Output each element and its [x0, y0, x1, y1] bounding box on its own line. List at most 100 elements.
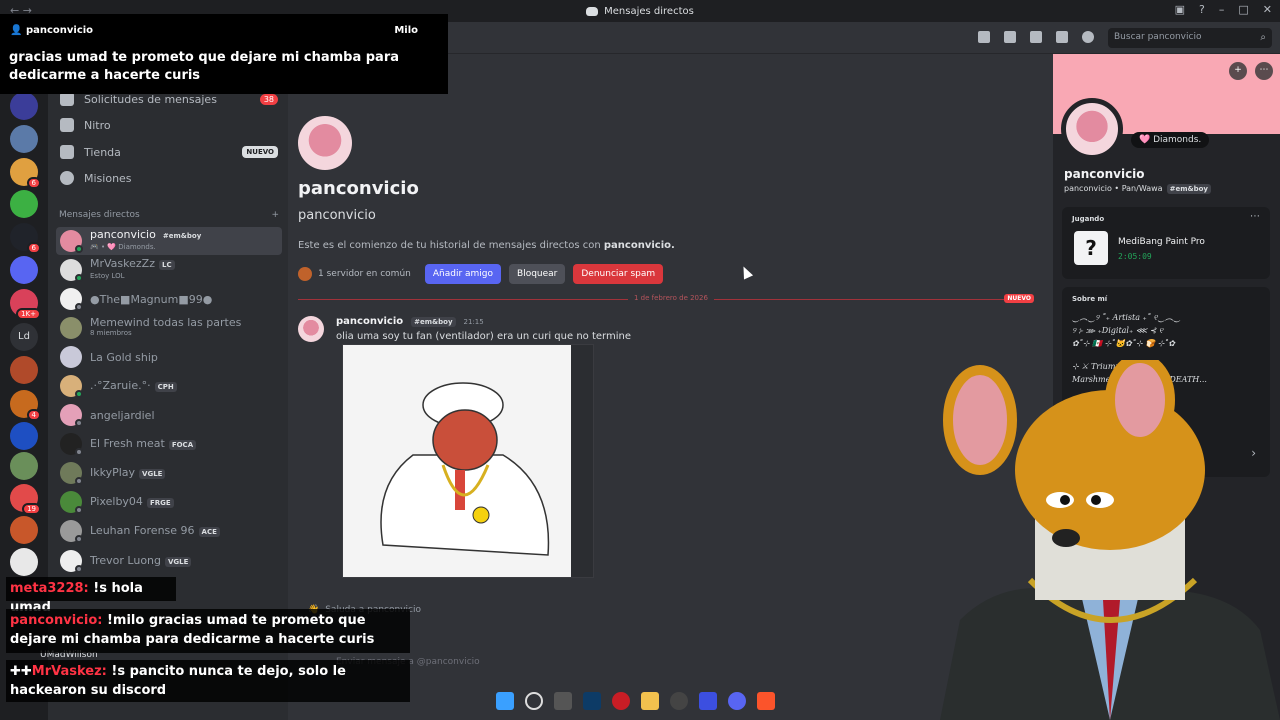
discord-logo-icon	[586, 6, 599, 16]
image-attachment[interactable]	[342, 344, 594, 578]
avatar[interactable]	[298, 316, 324, 342]
profile-username: panconvicio	[298, 208, 376, 223]
server-icon[interactable]: 4	[10, 390, 41, 421]
avatar	[60, 346, 82, 368]
server-icon[interactable]	[10, 452, 38, 480]
folder-icon[interactable]	[641, 692, 659, 710]
dm-item[interactable]: panconvicio #em&boy 🎮 • 🩷 Diamonds.	[56, 227, 282, 255]
message-timestamp: 21:15	[463, 317, 484, 326]
search-icon: ⌕	[1260, 32, 1266, 43]
dm-item[interactable]: MrVaskezZz LC Estoy LOL	[56, 256, 282, 284]
avatar	[60, 550, 83, 573]
more-options-icon[interactable]: ⋯	[1255, 62, 1273, 80]
server-icon[interactable]	[10, 92, 38, 120]
brave-icon[interactable]	[757, 692, 775, 710]
avatar	[60, 317, 82, 339]
server-icon[interactable]: 6	[10, 223, 41, 254]
server-icon[interactable]: Ld	[10, 323, 38, 351]
app-icon[interactable]	[699, 692, 717, 710]
window-title: Mensajes directos	[604, 5, 694, 17]
server-icon[interactable]	[10, 125, 38, 153]
taskbar	[496, 692, 775, 710]
video-call-icon[interactable]	[1004, 31, 1016, 43]
server-icon[interactable]: 1K+	[10, 289, 41, 320]
server-icon[interactable]	[10, 516, 38, 544]
server-icon[interactable]: 19	[10, 484, 41, 515]
server-icon[interactable]: 6	[10, 158, 41, 189]
avatar	[60, 375, 83, 398]
search-input[interactable]: Buscar panconvicio ⌕	[1108, 28, 1272, 48]
dm-item[interactable]: La Gold ship	[56, 343, 282, 371]
minimize-button[interactable]: –	[1219, 3, 1225, 16]
date-divider: 1 de febrero de 2026 NUEVO	[298, 294, 1034, 303]
server-icon[interactable]	[10, 256, 38, 284]
create-dm-icon[interactable]: +	[271, 210, 279, 220]
user-profile-icon[interactable]	[1082, 31, 1094, 43]
app-icon[interactable]	[670, 692, 688, 710]
help-icon[interactable]: ?	[1199, 3, 1205, 16]
dm-item[interactable]: angeljardiel	[56, 401, 282, 429]
message-header: panconvicio #em&boy 21:15	[336, 316, 484, 327]
new-badge: NUEVO	[242, 146, 278, 158]
block-button[interactable]: Bloquear	[509, 264, 566, 284]
message-author[interactable]: panconvicio	[336, 316, 403, 327]
avatar	[60, 462, 83, 485]
add-friend-button[interactable]: Añadir amigo	[424, 264, 502, 284]
add-friends-icon[interactable]	[1056, 31, 1068, 43]
server-icon[interactable]	[10, 422, 38, 450]
server-icon[interactable]	[10, 548, 38, 576]
dm-item[interactable]: .·°Zaruie.°· CPH	[56, 372, 282, 400]
maximize-button[interactable]: □	[1238, 3, 1248, 16]
report-spam-button[interactable]: Denunciar spam	[573, 264, 664, 284]
dm-item[interactable]: Leuhan Forense 96 ACE	[56, 517, 282, 545]
avatar	[298, 116, 352, 170]
dm-header: Mensajes directos +	[59, 210, 279, 220]
discord-icon[interactable]	[728, 692, 746, 710]
voice-call-icon[interactable]	[978, 31, 990, 43]
dm-item[interactable]: ●The■Magnum■99●	[56, 285, 282, 313]
photoshop-icon[interactable]	[583, 692, 601, 710]
streamer-webcam	[940, 360, 1280, 720]
server-icon[interactable]	[10, 356, 38, 384]
inbox-icon[interactable]: ▣	[1175, 3, 1185, 16]
more-icon[interactable]: ⋯	[1250, 211, 1260, 222]
avatar	[60, 491, 83, 514]
chat-overlay-top: 👤 panconvicio Milo gracias umad te prome…	[0, 14, 448, 94]
dm-item[interactable]: IkkyPlay VGLE	[56, 459, 282, 487]
server-icon	[298, 267, 312, 281]
record-icon[interactable]	[612, 692, 630, 710]
shop-icon	[60, 145, 74, 159]
badge-icons: ✚✚	[10, 664, 32, 679]
profile-name: panconvicio	[1064, 167, 1145, 181]
game-icon: ?	[1074, 231, 1108, 265]
search-icon[interactable]	[525, 692, 543, 710]
dm-item[interactable]: El Fresh meat FOCA	[56, 430, 282, 458]
profile-subtitle: panconvicio • Pan/Wawa #em&boy	[1064, 184, 1211, 194]
windows-start-icon[interactable]	[496, 692, 514, 710]
dm-item[interactable]: Pixelby04 FRGE	[56, 488, 282, 516]
nitro-icon	[60, 118, 74, 132]
avatar	[60, 230, 83, 253]
overlay-username: 👤 panconvicio	[10, 25, 94, 36]
pin-icon[interactable]	[1030, 31, 1042, 43]
avatar	[60, 404, 83, 427]
new-badge: NUEVO	[1004, 294, 1034, 303]
message-text: olia uma soy tu fan (ventilador) era un …	[336, 331, 631, 342]
app-icon[interactable]	[554, 692, 572, 710]
nitro-item[interactable]: Nitro	[58, 112, 278, 138]
chat-overlay-line: meta3228: !s hola umad	[6, 577, 176, 615]
shop-item[interactable]: Tienda NUEVO	[58, 139, 278, 165]
scrollbar[interactable]	[571, 345, 593, 577]
dm-item[interactable]: Trevor Luong VGLE	[56, 547, 282, 575]
quests-item[interactable]: Misiones	[58, 165, 278, 191]
close-button[interactable]: ✕	[1263, 3, 1272, 16]
avatar	[60, 433, 83, 456]
profile-display-name: panconvicio	[298, 178, 419, 199]
chat-overlay-line: panconvicio: !milo gracias umad te prome…	[6, 609, 410, 653]
mutual-servers[interactable]: 1 servidor en común	[298, 267, 411, 281]
add-friend-icon[interactable]: +	[1229, 62, 1247, 80]
avatar	[60, 520, 83, 543]
game-timer: 2:05:09	[1118, 252, 1152, 261]
server-icon[interactable]	[10, 190, 38, 218]
dm-item[interactable]: Memewind todas las partes 8 miembros	[56, 314, 282, 342]
